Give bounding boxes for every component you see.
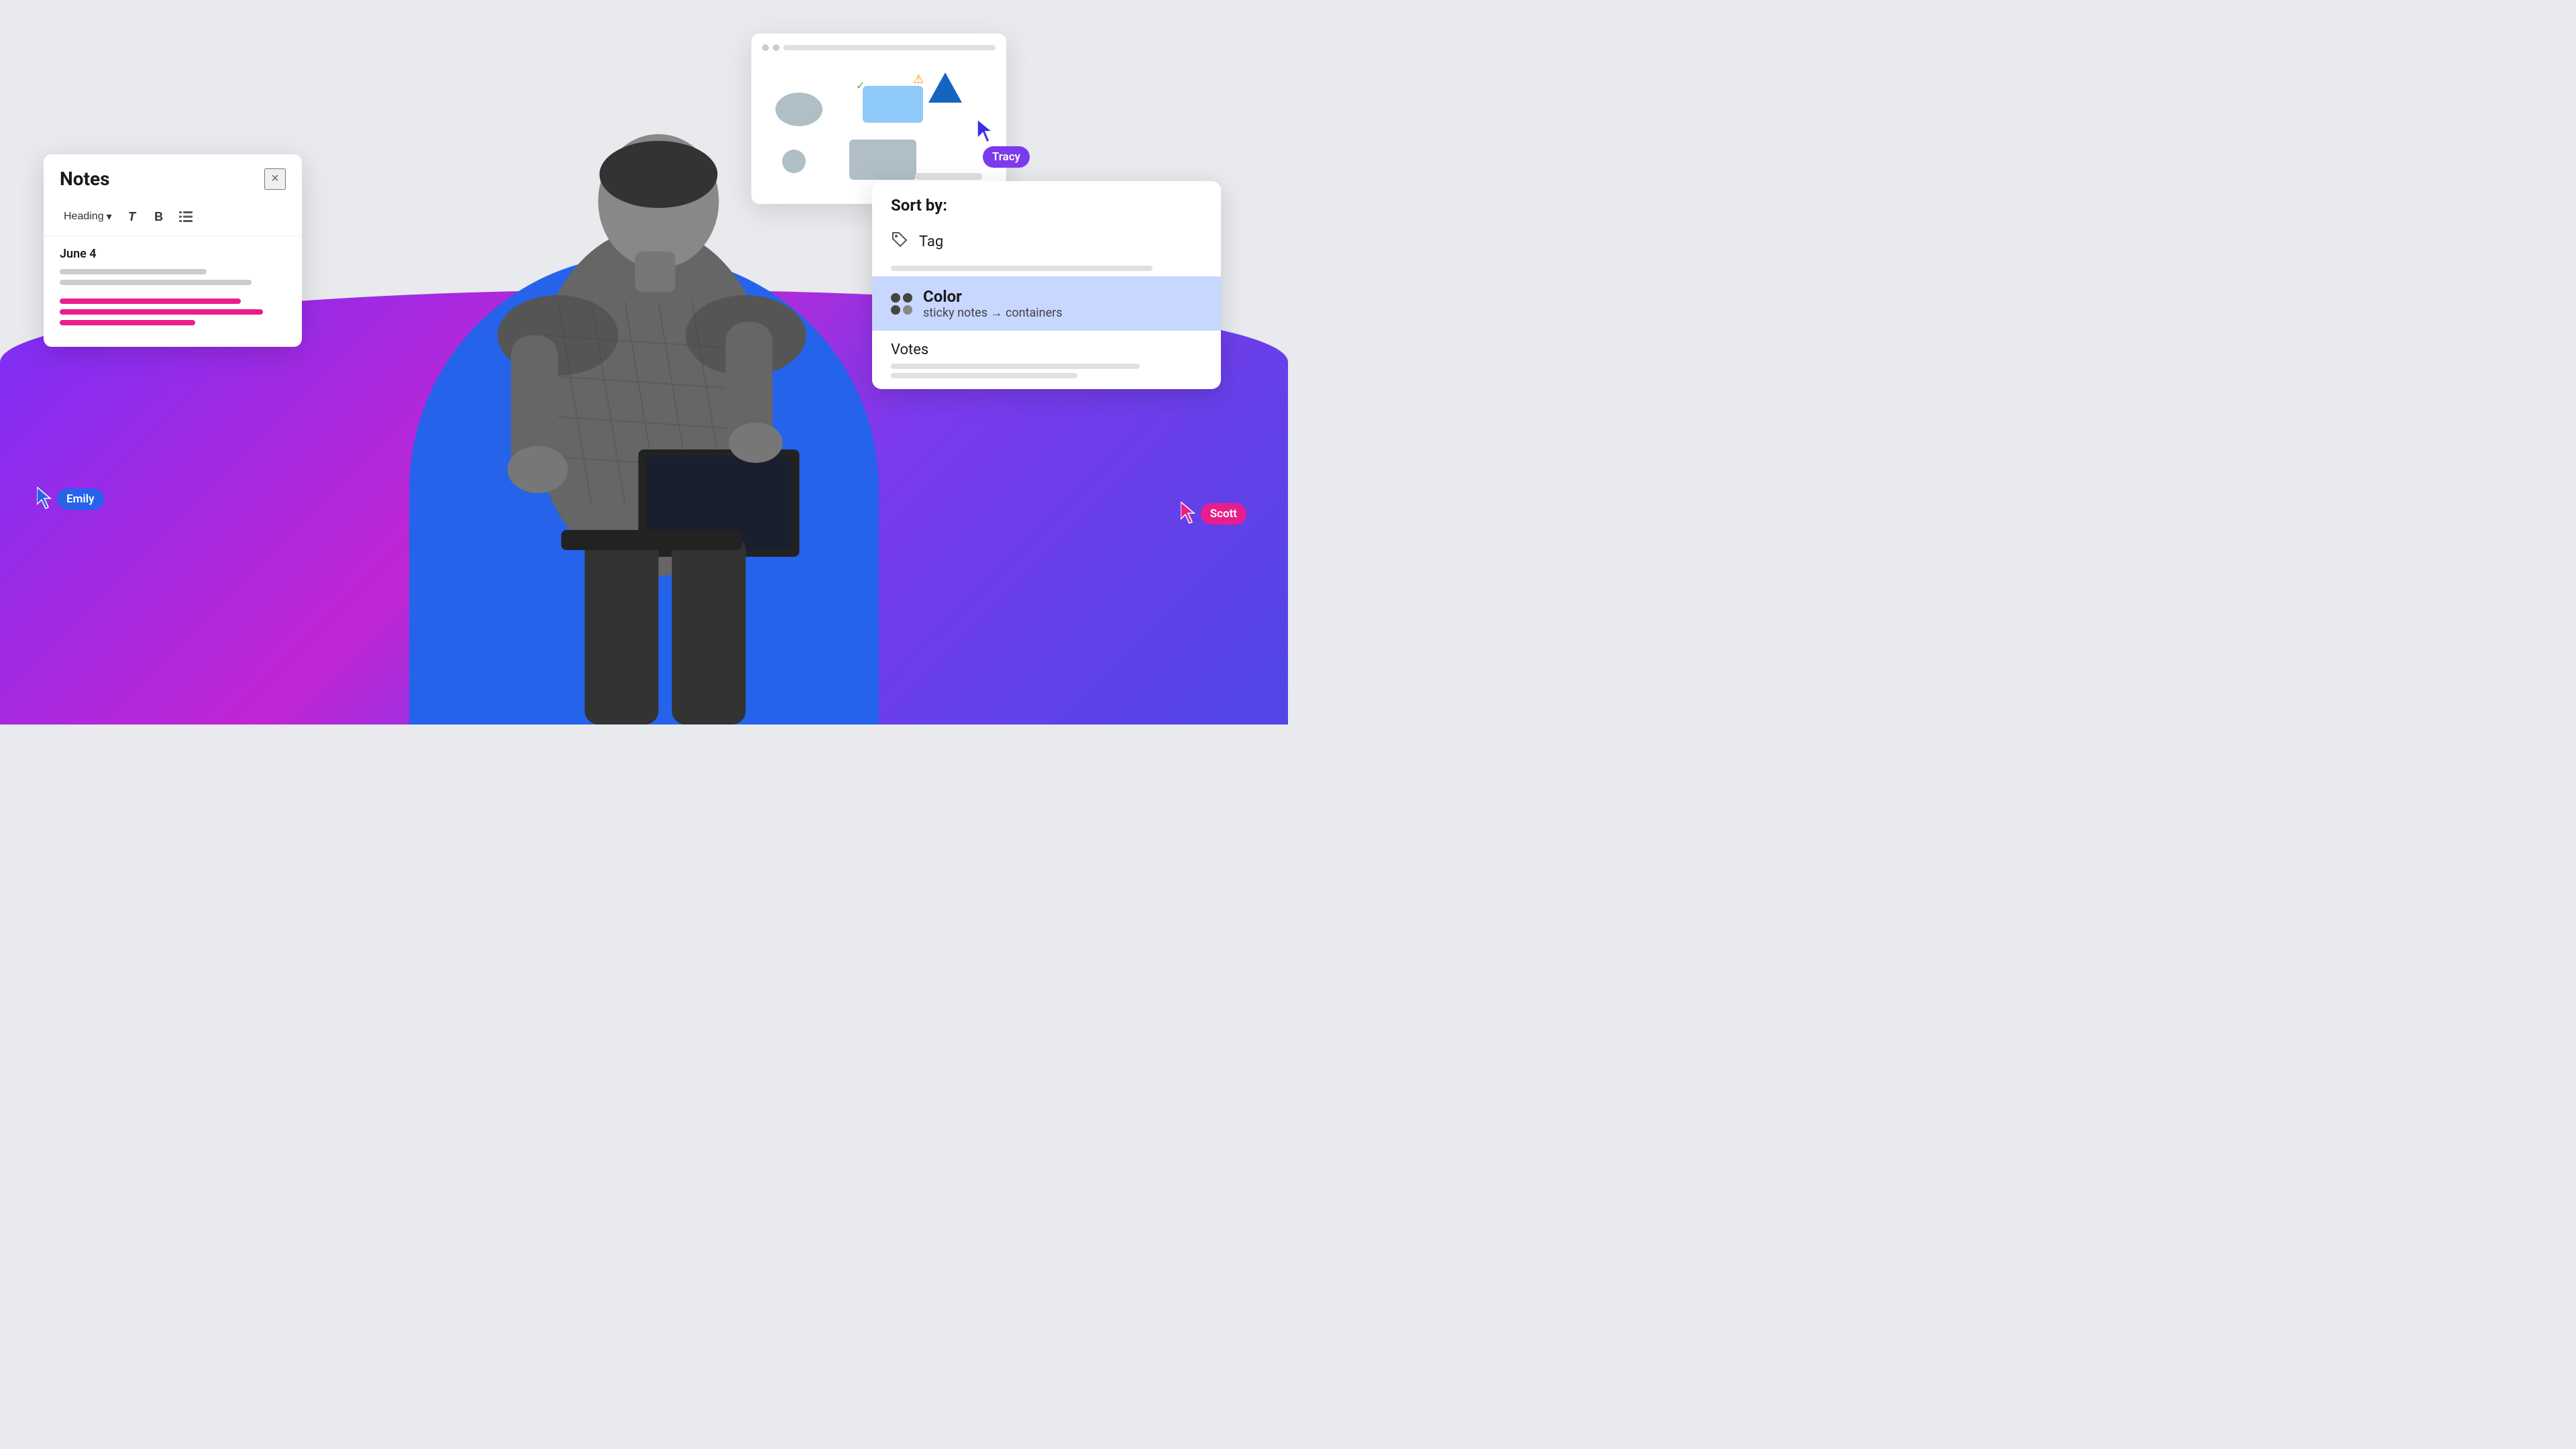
pink-line-1	[60, 299, 241, 304]
color-sub-label: sticky notes → containers	[923, 306, 1063, 320]
notes-title: Notes	[60, 168, 110, 190]
diagram-comment-shape	[849, 140, 916, 180]
list-button[interactable]	[175, 206, 197, 227]
votes-bar-2	[891, 373, 1077, 378]
sort-item-votes[interactable]: Votes	[872, 331, 1221, 389]
diagram-panel: ✓ ⚠	[751, 34, 1006, 204]
scott-cursor-container: Scott	[1181, 502, 1246, 525]
heading-dropdown[interactable]: Heading ▾	[60, 207, 116, 226]
list-icon	[179, 211, 193, 222]
person-figure	[458, 134, 847, 724]
diagram-content: ✓ ⚠	[762, 59, 996, 193]
warning-icon: ⚠	[913, 72, 924, 87]
votes-bar	[891, 364, 1140, 369]
sort-panel[interactable]: Sort by: Tag Color sticky notes → contai…	[872, 181, 1221, 389]
votes-label: Votes	[891, 341, 1202, 358]
diagram-oval-shape	[775, 93, 822, 126]
notes-content: June 4	[44, 236, 302, 347]
diagram-rect-shape	[863, 86, 923, 123]
pink-line-3	[60, 320, 195, 325]
diagram-browser-bar	[762, 44, 996, 51]
person-svg	[458, 134, 847, 724]
tracy-cursor-container: Tracy	[977, 119, 1030, 168]
notes-close-button[interactable]: ×	[264, 168, 286, 190]
text-line-2	[60, 280, 252, 285]
emily-user-badge: Emily	[57, 488, 104, 510]
text-line-1	[60, 269, 207, 274]
browser-address-bar	[784, 45, 996, 50]
heading-label: Heading	[64, 211, 104, 223]
sort-item-tag[interactable]: Tag	[872, 220, 1221, 263]
pink-line-2	[60, 309, 263, 315]
emily-cursor-arrow	[37, 487, 54, 510]
notes-toolbar: Heading ▾ T B	[44, 201, 302, 236]
tracy-cursor-arrow	[977, 119, 996, 144]
emily-cursor-container: Emily	[37, 487, 104, 510]
notes-date: June 4	[60, 247, 286, 261]
diagram-triangle-shape	[928, 72, 962, 103]
italic-button[interactable]: T	[121, 206, 143, 227]
scott-cursor-arrow	[1181, 502, 1198, 525]
bold-button[interactable]: B	[148, 206, 170, 227]
tag-label: Tag	[919, 233, 943, 250]
browser-dot-1	[762, 44, 769, 51]
diagram-bar	[915, 173, 982, 180]
sort-header: Sort by:	[872, 181, 1221, 220]
browser-dot-2	[773, 44, 780, 51]
color-main-label: Color	[923, 287, 1063, 306]
color-text-group: Color sticky notes → containers	[923, 287, 1063, 320]
tracy-user-badge: Tracy	[983, 146, 1030, 168]
scott-user-badge: Scott	[1201, 503, 1246, 525]
notes-panel: Notes × Heading ▾ T B June 4	[44, 154, 302, 347]
notes-header: Notes ×	[44, 154, 302, 201]
dropdown-arrow-icon: ▾	[107, 210, 112, 223]
tag-icon	[891, 231, 908, 252]
color-icon	[891, 293, 912, 315]
diagram-circle-small	[782, 150, 806, 173]
sort-item-color[interactable]: Color sticky notes → containers	[872, 276, 1221, 331]
tag-bar	[891, 266, 1152, 271]
